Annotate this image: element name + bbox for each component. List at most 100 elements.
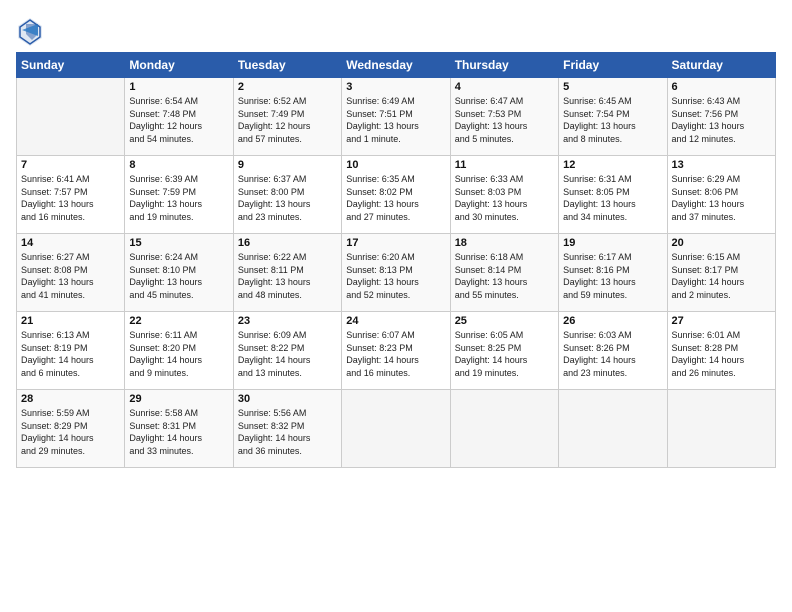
calendar-cell: 9 Sunrise: 6:37 AMSunset: 8:00 PMDaylight… [233, 156, 341, 234]
week-row-2: 14 Sunrise: 6:27 AMSunset: 8:08 PMDayligh… [17, 234, 776, 312]
calendar-cell: 28 Sunrise: 5:59 AMSunset: 8:29 PMDayligh… [17, 390, 125, 468]
calendar-cell: 26 Sunrise: 6:03 AMSunset: 8:26 PMDayligh… [559, 312, 667, 390]
day-number: 25 [455, 315, 554, 327]
header-row: SundayMondayTuesdayWednesdayThursdayFrid… [17, 53, 776, 78]
cell-info: Sunrise: 6:27 AMSunset: 8:08 PMDaylight:… [21, 251, 120, 301]
day-number: 27 [672, 315, 771, 327]
day-number: 5 [563, 81, 662, 93]
calendar-cell [17, 78, 125, 156]
cell-info: Sunrise: 6:15 AMSunset: 8:17 PMDaylight:… [672, 251, 771, 301]
cell-info: Sunrise: 6:41 AMSunset: 7:57 PMDaylight:… [21, 173, 120, 223]
calendar-cell [450, 390, 558, 468]
day-number: 9 [238, 159, 337, 171]
week-row-3: 21 Sunrise: 6:13 AMSunset: 8:19 PMDayligh… [17, 312, 776, 390]
calendar-cell: 21 Sunrise: 6:13 AMSunset: 8:19 PMDayligh… [17, 312, 125, 390]
day-number: 14 [21, 237, 120, 249]
day-number: 6 [672, 81, 771, 93]
calendar-cell: 6 Sunrise: 6:43 AMSunset: 7:56 PMDaylight… [667, 78, 775, 156]
cell-info: Sunrise: 6:24 AMSunset: 8:10 PMDaylight:… [129, 251, 228, 301]
calendar-cell: 13Sunrise: 6:29 AMSunset: 8:06 PMDayligh… [667, 156, 775, 234]
cell-info: Sunrise: 6:39 AMSunset: 7:59 PMDaylight:… [129, 173, 228, 223]
calendar-cell: 30 Sunrise: 5:56 AMSunset: 8:32 PMDayligh… [233, 390, 341, 468]
calendar-cell: 12 Sunrise: 6:31 AMSunset: 8:05 PMDayligh… [559, 156, 667, 234]
calendar-table: SundayMondayTuesdayWednesdayThursdayFrid… [16, 52, 776, 468]
col-header-wednesday: Wednesday [342, 53, 450, 78]
week-row-4: 28 Sunrise: 5:59 AMSunset: 8:29 PMDayligh… [17, 390, 776, 468]
calendar-cell: 3Sunrise: 6:49 AMSunset: 7:51 PMDaylight… [342, 78, 450, 156]
cell-info: Sunrise: 6:33 AMSunset: 8:03 PMDaylight:… [455, 173, 554, 223]
cell-info: Sunrise: 6:17 AMSunset: 8:16 PMDaylight:… [563, 251, 662, 301]
header [16, 12, 776, 44]
calendar-cell: 8 Sunrise: 6:39 AMSunset: 7:59 PMDaylight… [125, 156, 233, 234]
day-number: 26 [563, 315, 662, 327]
cell-info: Sunrise: 6:43 AMSunset: 7:56 PMDaylight:… [672, 95, 771, 145]
day-number: 30 [238, 393, 337, 405]
cell-info: Sunrise: 6:31 AMSunset: 8:05 PMDaylight:… [563, 173, 662, 223]
day-number: 24 [346, 315, 445, 327]
calendar-cell: 17Sunrise: 6:20 AMSunset: 8:13 PMDayligh… [342, 234, 450, 312]
calendar-cell: 11 Sunrise: 6:33 AMSunset: 8:03 PMDayligh… [450, 156, 558, 234]
col-header-saturday: Saturday [667, 53, 775, 78]
cell-info: Sunrise: 6:45 AMSunset: 7:54 PMDaylight:… [563, 95, 662, 145]
day-number: 29 [129, 393, 228, 405]
calendar-cell: 7Sunrise: 6:41 AMSunset: 7:57 PMDaylight… [17, 156, 125, 234]
calendar-cell [667, 390, 775, 468]
cell-info: Sunrise: 6:13 AMSunset: 8:19 PMDaylight:… [21, 329, 120, 379]
calendar-cell: 2Sunrise: 6:52 AMSunset: 7:49 PMDaylight… [233, 78, 341, 156]
cell-info: Sunrise: 5:59 AMSunset: 8:29 PMDaylight:… [21, 407, 120, 457]
day-number: 28 [21, 393, 120, 405]
cell-info: Sunrise: 6:05 AMSunset: 8:25 PMDaylight:… [455, 329, 554, 379]
calendar-cell: 18 Sunrise: 6:18 AMSunset: 8:14 PMDayligh… [450, 234, 558, 312]
calendar-cell: 25 Sunrise: 6:05 AMSunset: 8:25 PMDayligh… [450, 312, 558, 390]
calendar-cell: 10Sunrise: 6:35 AMSunset: 8:02 PMDayligh… [342, 156, 450, 234]
cell-info: Sunrise: 6:20 AMSunset: 8:13 PMDaylight:… [346, 251, 445, 301]
calendar-cell: 16Sunrise: 6:22 AMSunset: 8:11 PMDayligh… [233, 234, 341, 312]
calendar-cell: 22Sunrise: 6:11 AMSunset: 8:20 PMDayligh… [125, 312, 233, 390]
calendar-cell: 20 Sunrise: 6:15 AMSunset: 8:17 PMDayligh… [667, 234, 775, 312]
col-header-tuesday: Tuesday [233, 53, 341, 78]
day-number: 2 [238, 81, 337, 93]
cell-info: Sunrise: 6:03 AMSunset: 8:26 PMDaylight:… [563, 329, 662, 379]
cell-info: Sunrise: 5:56 AMSunset: 8:32 PMDaylight:… [238, 407, 337, 457]
cell-info: Sunrise: 6:09 AMSunset: 8:22 PMDaylight:… [238, 329, 337, 379]
cell-info: Sunrise: 6:01 AMSunset: 8:28 PMDaylight:… [672, 329, 771, 379]
cell-info: Sunrise: 6:54 AMSunset: 7:48 PMDaylight:… [129, 95, 228, 145]
calendar-cell: 5 Sunrise: 6:45 AMSunset: 7:54 PMDaylight… [559, 78, 667, 156]
logo [16, 16, 42, 44]
day-number: 11 [455, 159, 554, 171]
day-number: 19 [563, 237, 662, 249]
calendar-cell: 29 Sunrise: 5:58 AMSunset: 8:31 PMDayligh… [125, 390, 233, 468]
cell-info: Sunrise: 6:37 AMSunset: 8:00 PMDaylight:… [238, 173, 337, 223]
page: SundayMondayTuesdayWednesdayThursdayFrid… [0, 0, 792, 612]
day-number: 22 [129, 315, 228, 327]
day-number: 20 [672, 237, 771, 249]
day-number: 8 [129, 159, 228, 171]
calendar-cell: 14 Sunrise: 6:27 AMSunset: 8:08 PMDayligh… [17, 234, 125, 312]
calendar-cell: 24 Sunrise: 6:07 AMSunset: 8:23 PMDayligh… [342, 312, 450, 390]
calendar-cell: 19 Sunrise: 6:17 AMSunset: 8:16 PMDayligh… [559, 234, 667, 312]
logo-icon [16, 16, 40, 44]
cell-info: Sunrise: 5:58 AMSunset: 8:31 PMDaylight:… [129, 407, 228, 457]
cell-info: Sunrise: 6:49 AMSunset: 7:51 PMDaylight:… [346, 95, 445, 145]
calendar-cell: 4 Sunrise: 6:47 AMSunset: 7:53 PMDaylight… [450, 78, 558, 156]
calendar-cell: 15 Sunrise: 6:24 AMSunset: 8:10 PMDayligh… [125, 234, 233, 312]
calendar-cell: 1 Sunrise: 6:54 AMSunset: 7:48 PMDaylight… [125, 78, 233, 156]
day-number: 15 [129, 237, 228, 249]
day-number: 18 [455, 237, 554, 249]
cell-info: Sunrise: 6:35 AMSunset: 8:02 PMDaylight:… [346, 173, 445, 223]
cell-info: Sunrise: 6:18 AMSunset: 8:14 PMDaylight:… [455, 251, 554, 301]
day-number: 21 [21, 315, 120, 327]
col-header-monday: Monday [125, 53, 233, 78]
calendar-cell [559, 390, 667, 468]
calendar-cell: 23Sunrise: 6:09 AMSunset: 8:22 PMDayligh… [233, 312, 341, 390]
calendar-cell: 27 Sunrise: 6:01 AMSunset: 8:28 PMDayligh… [667, 312, 775, 390]
day-number: 1 [129, 81, 228, 93]
cell-info: Sunrise: 6:47 AMSunset: 7:53 PMDaylight:… [455, 95, 554, 145]
day-number: 4 [455, 81, 554, 93]
cell-info: Sunrise: 6:07 AMSunset: 8:23 PMDaylight:… [346, 329, 445, 379]
col-header-sunday: Sunday [17, 53, 125, 78]
week-row-1: 7Sunrise: 6:41 AMSunset: 7:57 PMDaylight… [17, 156, 776, 234]
day-number: 16 [238, 237, 337, 249]
day-number: 12 [563, 159, 662, 171]
col-header-thursday: Thursday [450, 53, 558, 78]
